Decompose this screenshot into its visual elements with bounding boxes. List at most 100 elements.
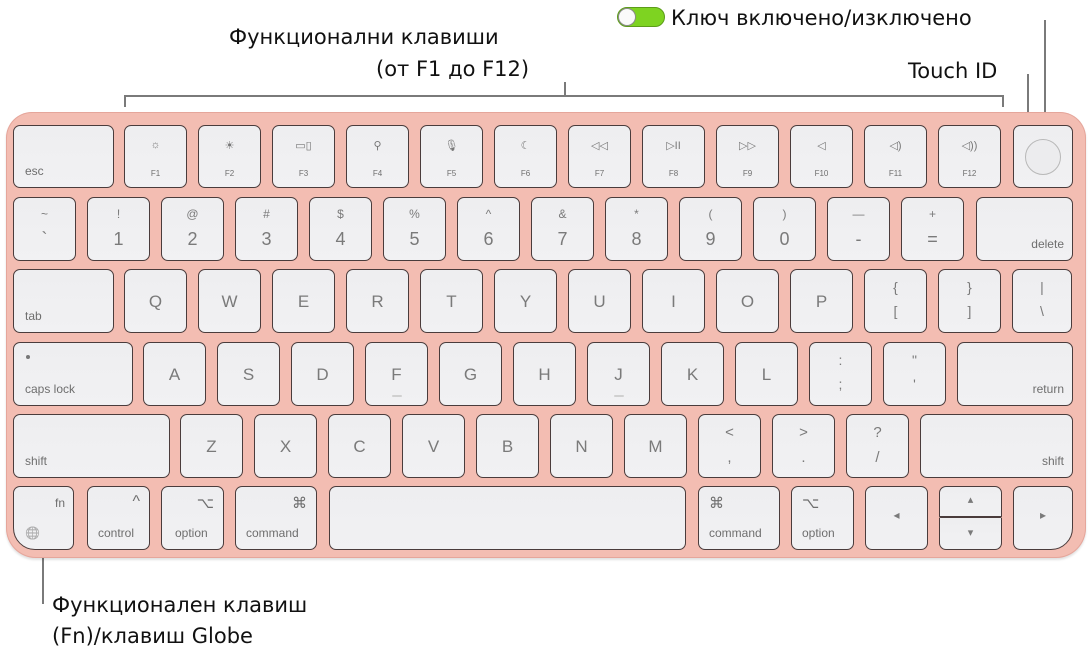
key-delete-label: delete xyxy=(1031,237,1064,251)
key-left-bracket[interactable]: {[ xyxy=(864,269,927,333)
key-letter: G xyxy=(463,365,478,384)
key-shift-right[interactable]: shift xyxy=(920,414,1073,478)
key-c[interactable]: C xyxy=(328,414,391,478)
key-f3[interactable]: ▭▯ F3 xyxy=(272,125,335,188)
key-i[interactable]: I xyxy=(642,269,705,333)
key-number-5[interactable]: % 5 xyxy=(383,197,446,261)
key-letter: L xyxy=(761,365,772,384)
key-main-symbol: / xyxy=(875,449,880,466)
key-backtick[interactable]: ~ ` xyxy=(13,197,76,261)
key-v[interactable]: V xyxy=(402,414,465,478)
key-number-6[interactable]: ^ 6 xyxy=(457,197,520,261)
key-r[interactable]: R xyxy=(346,269,409,333)
key-arrow-right[interactable]: ▸ xyxy=(1013,486,1073,550)
key-s[interactable]: S xyxy=(217,342,280,406)
key-p[interactable]: P xyxy=(790,269,853,333)
key-number-10[interactable]: ) 0 xyxy=(753,197,816,261)
key-period[interactable]: >. xyxy=(772,414,835,478)
key-m[interactable]: M xyxy=(624,414,687,478)
key-touch-id[interactable] xyxy=(1013,125,1073,188)
key-x[interactable]: X xyxy=(254,414,317,478)
key-f6[interactable]: ☾ F6 xyxy=(494,125,557,188)
key-j[interactable]: J xyxy=(587,342,650,406)
fast-forward-icon: ▷▷ xyxy=(739,140,756,152)
key-option-left[interactable]: ⌥ option xyxy=(161,486,224,550)
key-number-11[interactable]: — - xyxy=(827,197,890,261)
key-o[interactable]: O xyxy=(716,269,779,333)
key-f6-label: F6 xyxy=(520,169,531,178)
key-number-9[interactable]: (9 xyxy=(679,197,742,261)
key-number-8[interactable]: * 8 xyxy=(605,197,668,261)
key-command-right[interactable]: ⌘ command xyxy=(698,486,780,550)
key-f9[interactable]: ▷▷ F9 xyxy=(716,125,779,188)
function-keys-callout-line1: Функционални клавиши xyxy=(229,25,499,49)
key-main-symbol: 3 xyxy=(261,229,272,249)
key-letter: W xyxy=(221,292,238,311)
key-caps-lock[interactable]: caps lock xyxy=(13,342,133,406)
key-k[interactable]: K xyxy=(661,342,724,406)
key-number-2[interactable]: @2 xyxy=(161,197,224,261)
key-semicolon[interactable]: :; xyxy=(809,342,872,406)
key-f2[interactable]: ☀ F2 xyxy=(198,125,261,188)
key-backslash[interactable]: | \ xyxy=(1012,269,1072,333)
key-shift-left[interactable]: shift xyxy=(13,414,170,478)
key-esc[interactable]: esc xyxy=(13,125,114,188)
key-f7[interactable]: ◁◁ F7 xyxy=(568,125,631,188)
key-t[interactable]: T xyxy=(420,269,483,333)
key-f10[interactable]: ◁ F10 xyxy=(790,125,853,188)
fn-globe-callout-line1: Функционален клавиш xyxy=(52,593,308,617)
key-y[interactable]: Y xyxy=(494,269,557,333)
key-d[interactable]: D xyxy=(291,342,354,406)
key-number-7[interactable]: & 7 xyxy=(531,197,594,261)
key-shift-symbol: ) xyxy=(782,207,787,221)
key-f[interactable]: F xyxy=(365,342,428,406)
key-arrow-up[interactable]: ▴ xyxy=(939,486,1002,518)
key-delete[interactable]: delete xyxy=(976,197,1073,261)
key-control[interactable]: ^ control xyxy=(87,486,150,550)
key-h[interactable]: H xyxy=(513,342,576,406)
key-main-symbol: 9 xyxy=(705,229,716,249)
key-number-1[interactable]: ! 1 xyxy=(87,197,150,261)
key-b[interactable]: B xyxy=(476,414,539,478)
key-f1[interactable]: ☼ F1 xyxy=(124,125,187,188)
key-letter: N xyxy=(575,437,588,456)
key-g[interactable]: G xyxy=(439,342,502,406)
key-e[interactable]: E xyxy=(272,269,335,333)
key-z[interactable]: Z xyxy=(180,414,243,478)
key-space[interactable] xyxy=(329,486,686,550)
key-main-symbol: . xyxy=(801,449,806,466)
key-q[interactable]: Q xyxy=(124,269,187,333)
key-number-3[interactable]: #3 xyxy=(235,197,298,261)
key-w[interactable]: W xyxy=(198,269,261,333)
key-f11[interactable]: ◁) F11 xyxy=(864,125,927,188)
key-l[interactable]: L xyxy=(735,342,798,406)
key-f4[interactable]: ⚲ F4 xyxy=(346,125,409,188)
key-shift-symbol: — xyxy=(852,207,865,221)
key-tab[interactable]: tab xyxy=(13,269,114,333)
key-return[interactable]: return xyxy=(957,342,1073,406)
key-right-bracket[interactable]: }] xyxy=(938,269,1001,333)
command-icon: ⌘ xyxy=(709,495,724,512)
key-f11-label: F11 xyxy=(888,169,903,178)
key-f12[interactable]: ◁)) F12 xyxy=(938,125,1001,188)
key-slash[interactable]: ? / xyxy=(846,414,909,478)
key-a[interactable]: A xyxy=(143,342,206,406)
key-quote[interactable]: " ' xyxy=(883,342,946,406)
key-letter: Q xyxy=(148,292,163,311)
key-u[interactable]: U xyxy=(568,269,631,333)
key-fn-globe[interactable]: fn 🌐 xyxy=(13,486,74,550)
function-keys-bracket-left xyxy=(124,95,126,107)
key-n[interactable]: N xyxy=(550,414,613,478)
key-f5[interactable]: 🎙 F5 xyxy=(420,125,483,188)
option-icon: ⌥ xyxy=(802,495,820,512)
key-number-12[interactable]: + = xyxy=(901,197,964,261)
key-arrow-down[interactable]: ▾ xyxy=(939,518,1002,550)
key-letter: Z xyxy=(206,437,217,456)
key-comma[interactable]: <, xyxy=(698,414,761,478)
key-f8-label: F8 xyxy=(668,169,679,178)
key-option-right[interactable]: ⌥ option xyxy=(791,486,854,550)
key-arrow-left[interactable]: ◂ xyxy=(865,486,928,550)
key-number-4[interactable]: $4 xyxy=(309,197,372,261)
key-f8[interactable]: ▷II F8 xyxy=(642,125,705,188)
key-command-left[interactable]: ⌘ command xyxy=(235,486,317,550)
